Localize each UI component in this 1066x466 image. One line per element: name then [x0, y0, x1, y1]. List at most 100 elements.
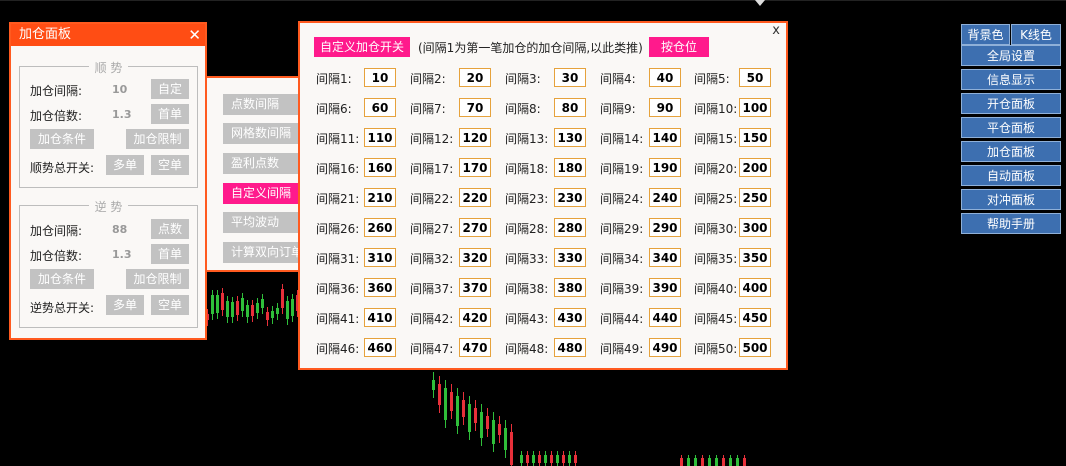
- interval-input-25[interactable]: 250: [739, 188, 771, 207]
- candle-body: [216, 295, 219, 313]
- candle-body: [544, 455, 547, 463]
- interval-input-29[interactable]: 290: [649, 218, 681, 237]
- interval-input-45[interactable]: 450: [739, 308, 771, 327]
- candle-body: [266, 312, 269, 320]
- interval-label-35: 间隔35:: [694, 252, 738, 266]
- interval-input-24[interactable]: 240: [649, 188, 681, 207]
- interval-input-2[interactable]: 20: [459, 68, 491, 87]
- interval-input-23[interactable]: 230: [554, 188, 586, 207]
- interval-input-10[interactable]: 100: [739, 98, 771, 117]
- interval-input-42[interactable]: 420: [459, 308, 491, 327]
- interval-input-28[interactable]: 280: [554, 218, 586, 237]
- trend-interval-label: 加仓间隔:: [30, 84, 83, 98]
- background-color-button[interactable]: 背景色: [961, 24, 1010, 45]
- interval-input-3[interactable]: 30: [554, 68, 586, 87]
- trend-long-button[interactable]: 多单: [106, 155, 144, 175]
- interval-input-30[interactable]: 300: [739, 218, 771, 237]
- interval-input-22[interactable]: 220: [459, 188, 491, 207]
- interval-input-20[interactable]: 200: [739, 158, 771, 177]
- info-display-button[interactable]: 信息显示: [961, 69, 1061, 90]
- help-manual-button[interactable]: 帮助手册: [961, 213, 1061, 234]
- interval-input-34[interactable]: 340: [649, 248, 681, 267]
- interval-label-37: 间隔37:: [410, 282, 454, 296]
- interval-input-13[interactable]: 130: [554, 128, 586, 147]
- interval-input-11[interactable]: 110: [364, 128, 396, 147]
- custom-add-toggle-button[interactable]: 自定义加仓开关: [314, 37, 410, 57]
- interval-input-12[interactable]: 120: [459, 128, 491, 147]
- interval-input-17[interactable]: 170: [459, 158, 491, 177]
- interval-label-24: 间隔24:: [600, 192, 644, 206]
- counter-short-button[interactable]: 空单: [151, 295, 189, 315]
- interval-label-11: 间隔11:: [316, 132, 360, 146]
- interval-input-48[interactable]: 480: [554, 338, 586, 357]
- counter-long-button[interactable]: 多单: [106, 295, 144, 315]
- candle-color-button[interactable]: K线色: [1011, 24, 1061, 45]
- counter-add-limit-button[interactable]: 加仓限制: [126, 269, 189, 289]
- interval-input-18[interactable]: 180: [554, 158, 586, 177]
- interval-input-7[interactable]: 70: [459, 98, 491, 117]
- chart-shift-marker-icon[interactable]: [755, 0, 765, 6]
- interval-input-4[interactable]: 40: [649, 68, 681, 87]
- menu-item-grid-interval[interactable]: 网格数间隔: [223, 123, 299, 144]
- interval-input-44[interactable]: 440: [649, 308, 681, 327]
- interval-input-33[interactable]: 330: [554, 248, 586, 267]
- interval-input-32[interactable]: 320: [459, 248, 491, 267]
- interval-input-39[interactable]: 390: [649, 278, 681, 297]
- interval-label-5: 间隔5:: [694, 72, 730, 86]
- interval-input-36[interactable]: 360: [364, 278, 396, 297]
- interval-input-50[interactable]: 500: [739, 338, 771, 357]
- interval-input-49[interactable]: 490: [649, 338, 681, 357]
- interval-label-8: 间隔8:: [505, 102, 541, 116]
- close-position-panel-button[interactable]: 平仓面板: [961, 117, 1061, 138]
- hedge-panel-button[interactable]: 对冲面板: [961, 189, 1061, 210]
- interval-input-37[interactable]: 370: [459, 278, 491, 297]
- interval-input-15[interactable]: 150: [739, 128, 771, 147]
- trend-add-limit-button[interactable]: 加仓限制: [126, 129, 189, 149]
- add-position-panel-button[interactable]: 加仓面板: [961, 141, 1061, 162]
- menu-item-calc-bidirectional[interactable]: 计算双向订单: [223, 242, 299, 263]
- global-settings-button[interactable]: 全局设置: [961, 45, 1061, 66]
- trend-custom-button[interactable]: 自定: [151, 79, 189, 99]
- add-position-panel-titlebar[interactable]: 加仓面板 ✕: [11, 24, 205, 46]
- trend-short-button[interactable]: 空单: [151, 155, 189, 175]
- by-position-button[interactable]: 按仓位: [649, 37, 709, 57]
- candle-body: [221, 293, 224, 310]
- counter-add-condition-button[interactable]: 加仓条件: [30, 269, 94, 289]
- interval-input-8[interactable]: 80: [554, 98, 586, 117]
- interval-input-5[interactable]: 50: [739, 68, 771, 87]
- interval-input-6[interactable]: 60: [364, 98, 396, 117]
- candle-body: [520, 455, 523, 463]
- auto-panel-button[interactable]: 自动面板: [961, 165, 1061, 186]
- interval-input-46[interactable]: 460: [364, 338, 396, 357]
- close-icon[interactable]: ✕: [188, 24, 201, 46]
- interval-input-35[interactable]: 350: [739, 248, 771, 267]
- interval-input-1[interactable]: 10: [364, 68, 396, 87]
- interval-input-27[interactable]: 270: [459, 218, 491, 237]
- candle-body: [291, 299, 294, 316]
- open-position-panel-button[interactable]: 开仓面板: [961, 93, 1061, 114]
- trend-first-order-button[interactable]: 首单: [151, 104, 189, 124]
- interval-input-40[interactable]: 400: [739, 278, 771, 297]
- interval-input-16[interactable]: 160: [364, 158, 396, 177]
- close-icon[interactable]: x: [772, 23, 780, 38]
- interval-input-14[interactable]: 140: [649, 128, 681, 147]
- interval-input-41[interactable]: 410: [364, 308, 396, 327]
- menu-item-profit-points[interactable]: 盈利点数: [223, 153, 299, 174]
- menu-item-point-interval[interactable]: 点数间隔: [223, 94, 299, 115]
- interval-input-43[interactable]: 430: [554, 308, 586, 327]
- interval-input-19[interactable]: 190: [649, 158, 681, 177]
- menu-item-average-volatility[interactable]: 平均波动: [223, 212, 299, 233]
- interval-label-15: 间隔15:: [694, 132, 738, 146]
- trend-add-condition-button[interactable]: 加仓条件: [30, 129, 94, 149]
- interval-input-47[interactable]: 470: [459, 338, 491, 357]
- counter-points-button[interactable]: 点数: [151, 219, 189, 239]
- interval-input-21[interactable]: 210: [364, 188, 396, 207]
- candle-body: [241, 298, 244, 311]
- interval-input-31[interactable]: 310: [364, 248, 396, 267]
- interval-input-9[interactable]: 90: [649, 98, 681, 117]
- interval-input-26[interactable]: 260: [364, 218, 396, 237]
- menu-item-custom-interval[interactable]: 自定义间隔: [223, 183, 299, 204]
- candle-body: [211, 295, 214, 314]
- counter-first-order-button[interactable]: 首单: [151, 244, 189, 264]
- interval-input-38[interactable]: 380: [554, 278, 586, 297]
